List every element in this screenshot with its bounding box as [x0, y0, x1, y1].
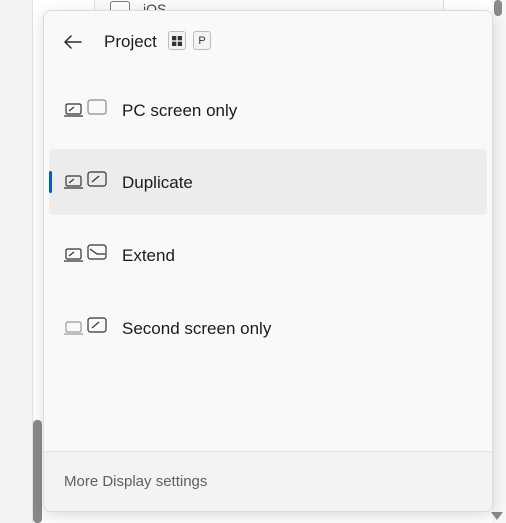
more-display-settings-link[interactable]: More Display settings	[64, 472, 207, 492]
windows-key-icon	[168, 31, 186, 50]
flyout-header: Project P	[44, 11, 492, 73]
extend-icon	[63, 244, 109, 268]
option-pc-screen-only[interactable]: PC screen only	[49, 77, 487, 143]
option-label: Duplicate	[122, 173, 193, 192]
option-duplicate[interactable]: Duplicate	[49, 149, 487, 215]
flyout-footer: More Display settings	[44, 451, 492, 511]
background-right-scrollbar[interactable]	[492, 0, 506, 523]
option-extend[interactable]: Extend	[49, 222, 487, 288]
duplicate-icon	[63, 171, 109, 195]
pc-screen-only-icon	[63, 99, 109, 123]
background-right-scrollbar-thumb[interactable]	[494, 0, 502, 16]
second-screen-only-icon	[63, 317, 109, 341]
background-list-item-label: iOS	[143, 2, 167, 10]
option-label: Second screen only	[122, 319, 272, 338]
background-left-strip	[0, 0, 32, 523]
option-second-screen-only[interactable]: Second screen only	[49, 295, 487, 361]
flyout-title: Project	[104, 32, 157, 51]
background-scrollbar-thumb[interactable]	[33, 420, 42, 523]
back-arrow-icon	[64, 35, 82, 49]
p-key: P	[193, 31, 211, 50]
selection-indicator	[49, 171, 52, 193]
scroll-down-arrow-icon[interactable]	[491, 512, 503, 520]
option-label: Extend	[122, 246, 175, 265]
back-button[interactable]	[60, 29, 86, 55]
option-label: PC screen only	[122, 101, 238, 120]
project-flyout: Project P PC screen only Duplicate Exten…	[43, 10, 493, 512]
